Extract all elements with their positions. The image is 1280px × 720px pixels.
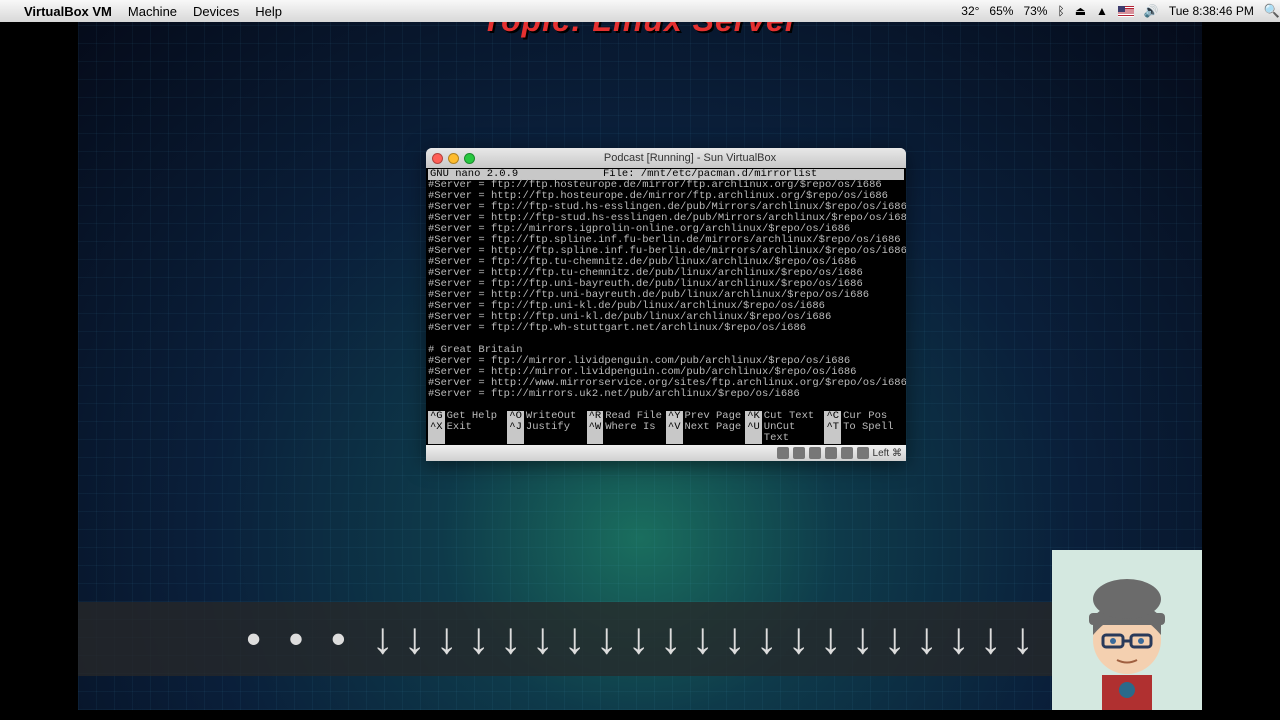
down-arrow-icon: ↓ [564, 614, 586, 664]
terminal[interactable]: GNU nano 2.0.9 File: /mnt/etc/pacman.d/m… [426, 168, 906, 445]
dots: • • • [246, 615, 353, 663]
shared-icon[interactable] [841, 447, 853, 459]
nano-cmd: ^V Next Page [666, 422, 745, 444]
arrow-strip: • • • ↓↓↓↓↓↓↓↓↓↓↓↓↓↓↓↓↓↓↓↓↓ [78, 602, 1202, 676]
mirror-line: #Server = ftp://mirrors.uk2.net/pub/arch… [428, 389, 904, 400]
volume-icon[interactable]: 🔊 [1144, 4, 1159, 18]
down-arrow-icon: ↓ [788, 614, 810, 664]
down-arrow-icon: ↓ [692, 614, 714, 664]
zoom-button[interactable] [464, 153, 475, 164]
down-arrow-icon: ↓ [404, 614, 426, 664]
nano-cmd: ^U UnCut Text [745, 422, 824, 444]
down-arrow-icon: ↓ [980, 614, 1002, 664]
menu-devices[interactable]: Devices [193, 4, 239, 19]
nano-cmd: ^J Justify [507, 422, 586, 444]
menubar-status: 32° 65% 73% ᛒ ⏏ ▲ 🔊 Tue 8:38:46 PM 🔍 [961, 3, 1280, 19]
menu-help[interactable]: Help [255, 4, 282, 19]
window-title: Podcast [Running] - Sun VirtualBox [480, 152, 900, 164]
down-arrow-icon: ↓ [884, 614, 906, 664]
nano-footer: ^G Get Help^O WriteOut^R Read File^Y Pre… [428, 411, 904, 444]
nano-cmd: ^X Exit [428, 422, 507, 444]
window-titlebar[interactable]: Podcast [Running] - Sun VirtualBox [426, 148, 906, 168]
bluetooth-icon[interactable]: ᛒ [1057, 4, 1064, 18]
down-arrow-icon: ↓ [628, 614, 650, 664]
down-arrow-icon: ↓ [468, 614, 490, 664]
nano-cmd: ^W Where Is [587, 422, 666, 444]
mouse-icon[interactable] [857, 447, 869, 459]
down-arrow-icon: ↓ [660, 614, 682, 664]
app-name[interactable]: VirtualBox VM [24, 4, 112, 19]
down-arrow-icon: ↓ [756, 614, 778, 664]
clock[interactable]: Tue 8:38:46 PM [1169, 4, 1254, 18]
percent-1: 65% [989, 4, 1013, 18]
down-arrow-icon: ↓ [500, 614, 522, 664]
down-arrow-icon: ↓ [820, 614, 842, 664]
virtualbox-window: Podcast [Running] - Sun VirtualBox GNU n… [426, 148, 906, 461]
hd-icon[interactable] [777, 447, 789, 459]
down-arrow-icon: ↓ [596, 614, 618, 664]
eject-icon[interactable]: ⏏ [1075, 4, 1086, 18]
down-arrow-icon: ↓ [532, 614, 554, 664]
menu-machine[interactable]: Machine [128, 4, 177, 19]
mirror-line: #Server = ftp://ftp.wh-stuttgart.net/arc… [428, 323, 904, 334]
down-arrow-icon: ↓ [724, 614, 746, 664]
down-arrow-icon: ↓ [372, 614, 394, 664]
net-icon[interactable] [809, 447, 821, 459]
presenter-avatar [1052, 550, 1202, 710]
flag-icon[interactable] [1118, 6, 1134, 17]
down-arrow-icon: ↓ [1012, 614, 1034, 664]
down-arrow-icon: ↓ [436, 614, 458, 664]
cd-icon[interactable] [793, 447, 805, 459]
host-key: Left ⌘ [873, 448, 902, 459]
percent-2: 73% [1023, 4, 1047, 18]
mac-menubar: VirtualBox VM Machine Devices Help 32° 6… [0, 0, 1280, 22]
temperature: 32° [961, 4, 979, 18]
close-button[interactable] [432, 153, 443, 164]
minimize-button[interactable] [448, 153, 459, 164]
usb-icon[interactable] [825, 447, 837, 459]
spotlight-icon[interactable]: 🔍 [1264, 3, 1280, 19]
nano-cmd: ^T To Spell [824, 422, 903, 444]
airport-icon[interactable]: ▲ [1096, 4, 1108, 18]
vbox-statusbar: Left ⌘ [426, 445, 906, 461]
down-arrow-icon: ↓ [852, 614, 874, 664]
down-arrow-icon: ↓ [948, 614, 970, 664]
down-arrow-icon: ↓ [916, 614, 938, 664]
